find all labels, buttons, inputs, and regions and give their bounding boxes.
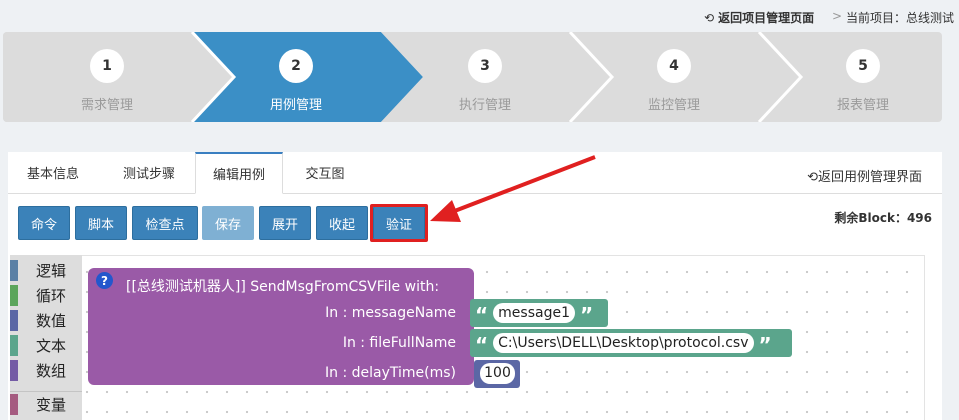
category-list[interactable]: 数组 bbox=[10, 358, 82, 383]
category-color-bar bbox=[10, 360, 18, 381]
step-5-number: 5 bbox=[846, 49, 880, 83]
tab-bar: 基本信息 测试步骤 编辑用例 交互图 ⟲返回用例管理界面 bbox=[8, 152, 942, 194]
category-math[interactable]: 数值 bbox=[10, 308, 82, 333]
tab-test-steps[interactable]: 测试步骤 bbox=[104, 152, 194, 194]
category-label: 逻辑 bbox=[36, 262, 67, 280]
save-button[interactable]: 保存 bbox=[202, 206, 254, 240]
back-to-project-link[interactable]: ⟲ 返回项目管理页面 bbox=[704, 9, 814, 26]
category-label: 变量 bbox=[36, 395, 67, 414]
step-1-label: 需求管理 bbox=[80, 98, 133, 113]
verify-button-highlight bbox=[370, 204, 428, 242]
step-4-label: 监控管理 bbox=[647, 98, 700, 113]
category-color-bar bbox=[10, 393, 18, 415]
param-delay-label: In : delayTime(ms) bbox=[325, 365, 456, 381]
close-quote-icon: ” bbox=[758, 333, 772, 357]
message-name-string-block[interactable]: “ message1 ” bbox=[470, 299, 608, 327]
block-toolbox: 逻辑 循环 数值 文本 数组 变量 bbox=[10, 255, 82, 420]
step-wizard: 1 需求管理 2 用例管理 3 执行管理 4 监控管理 5 报表管理 bbox=[3, 32, 942, 122]
tab-basic-info[interactable]: 基本信息 bbox=[8, 152, 98, 194]
tab-interaction-diagram[interactable]: 交互图 bbox=[290, 152, 360, 194]
collapse-button[interactable]: 收起 bbox=[316, 206, 368, 240]
back-icon: ⟲ bbox=[807, 170, 818, 185]
category-text[interactable]: 文本 bbox=[10, 333, 82, 358]
expand-button[interactable]: 展开 bbox=[259, 206, 311, 240]
category-color-bar bbox=[10, 285, 18, 306]
message-name-value[interactable]: message1 bbox=[493, 303, 575, 323]
category-label: 循环 bbox=[36, 287, 67, 305]
param-file-name-label: In : fileFullName bbox=[342, 335, 456, 351]
tab-edit-case[interactable]: 编辑用例 bbox=[195, 152, 283, 194]
category-color-bar bbox=[10, 335, 18, 356]
category-loop[interactable]: 循环 bbox=[10, 283, 82, 308]
open-quote-icon: “ bbox=[475, 333, 489, 357]
step-3-label: 执行管理 bbox=[458, 98, 511, 113]
back-icon: ⟲ bbox=[704, 10, 715, 25]
step-2-label: 用例管理 bbox=[269, 98, 322, 113]
back-to-case-list-link[interactable]: ⟲返回用例管理界面 bbox=[807, 166, 922, 185]
category-label: 数组 bbox=[36, 362, 67, 380]
category-label: 数值 bbox=[36, 312, 67, 330]
current-project-label: 当前项目：总线测试 bbox=[846, 11, 955, 25]
file-name-value[interactable]: C:\Users\DELL\Desktop\protocol.csv bbox=[493, 333, 754, 353]
category-variable[interactable]: 变量 bbox=[10, 391, 82, 416]
breadcrumb-separator: > bbox=[832, 9, 843, 23]
param-message-name-label: In : messageName bbox=[325, 305, 456, 321]
remaining-blocks-counter: 剩余Block：496 bbox=[834, 211, 932, 225]
category-color-bar bbox=[10, 260, 18, 281]
help-icon[interactable]: ? bbox=[96, 272, 113, 289]
close-quote-icon: ” bbox=[579, 303, 594, 327]
script-button[interactable]: 脚本 bbox=[75, 206, 127, 240]
open-quote-icon: “ bbox=[475, 303, 489, 327]
command-button[interactable]: 命令 bbox=[18, 206, 70, 240]
checkpoint-button[interactable]: 检查点 bbox=[132, 206, 198, 240]
step-5-label: 报表管理 bbox=[836, 98, 889, 113]
category-logic[interactable]: 逻辑 bbox=[10, 258, 82, 283]
block-title: [[总线测试机器人]] SendMsgFromCSVFile with: bbox=[126, 279, 440, 295]
back-to-project-label: 返回项目管理页面 bbox=[718, 11, 815, 25]
step-3-number: 3 bbox=[468, 49, 502, 83]
top-bar: ⟲ 返回项目管理页面 > 当前项目：总线测试 bbox=[0, 0, 959, 32]
category-label: 文本 bbox=[36, 337, 67, 355]
step-2-number: 2 bbox=[279, 49, 313, 83]
step-1-number: 1 bbox=[90, 49, 124, 83]
category-color-bar bbox=[10, 310, 18, 331]
step-4-number: 4 bbox=[657, 49, 691, 83]
file-name-string-block[interactable]: “ C:\Users\DELL\Desktop\protocol.csv ” bbox=[470, 329, 792, 357]
delay-value[interactable]: 100 bbox=[480, 363, 515, 384]
back-to-case-label: 返回用例管理界面 bbox=[817, 170, 922, 185]
